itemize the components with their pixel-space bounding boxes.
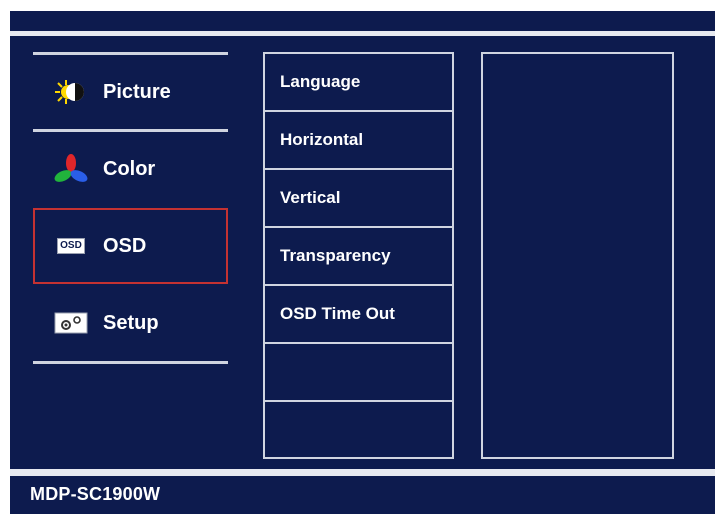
submenu-label: Horizontal [280,130,364,149]
submenu-item-language[interactable]: Language [265,54,452,112]
category-picture[interactable]: Picture [33,54,228,130]
submenu-item-empty [265,402,452,457]
submenu-item-osd-time-out[interactable]: OSD Time Out [265,286,452,344]
category-label: OSD [103,234,147,257]
submenu-label: Vertical [280,188,341,207]
bottom-divider [10,469,715,476]
osd-badge: OSD [57,238,85,254]
category-divider [33,361,228,364]
osd-icon: OSD [53,232,89,260]
category-label: Picture [103,80,171,103]
picture-icon [53,78,89,106]
submenu-item-empty [265,344,452,402]
category-setup[interactable]: Setup [33,285,228,361]
category-label: Color [103,157,156,180]
osd-screen: Picture Color OSD OSD Setup Language Hor… [10,11,715,514]
submenu-label: Language [280,72,361,91]
submenu-item-vertical[interactable]: Vertical [265,170,452,228]
category-osd[interactable]: OSD OSD [33,208,228,284]
submenu-label: Transparency [280,246,391,265]
category-label: Setup [103,311,159,334]
submenu-label: OSD Time Out [280,304,395,323]
submenu-item-horizontal[interactable]: Horizontal [265,112,452,170]
model-name: MDP-SC1900W [30,484,161,504]
submenu-list: Language Horizontal Vertical Transparenc… [263,52,454,459]
color-icon [53,154,89,183]
category-color[interactable]: Color [33,131,228,207]
setup-icon [53,309,89,337]
value-panel [481,52,674,459]
top-divider [10,31,715,36]
submenu-item-transparency[interactable]: Transparency [265,228,452,286]
